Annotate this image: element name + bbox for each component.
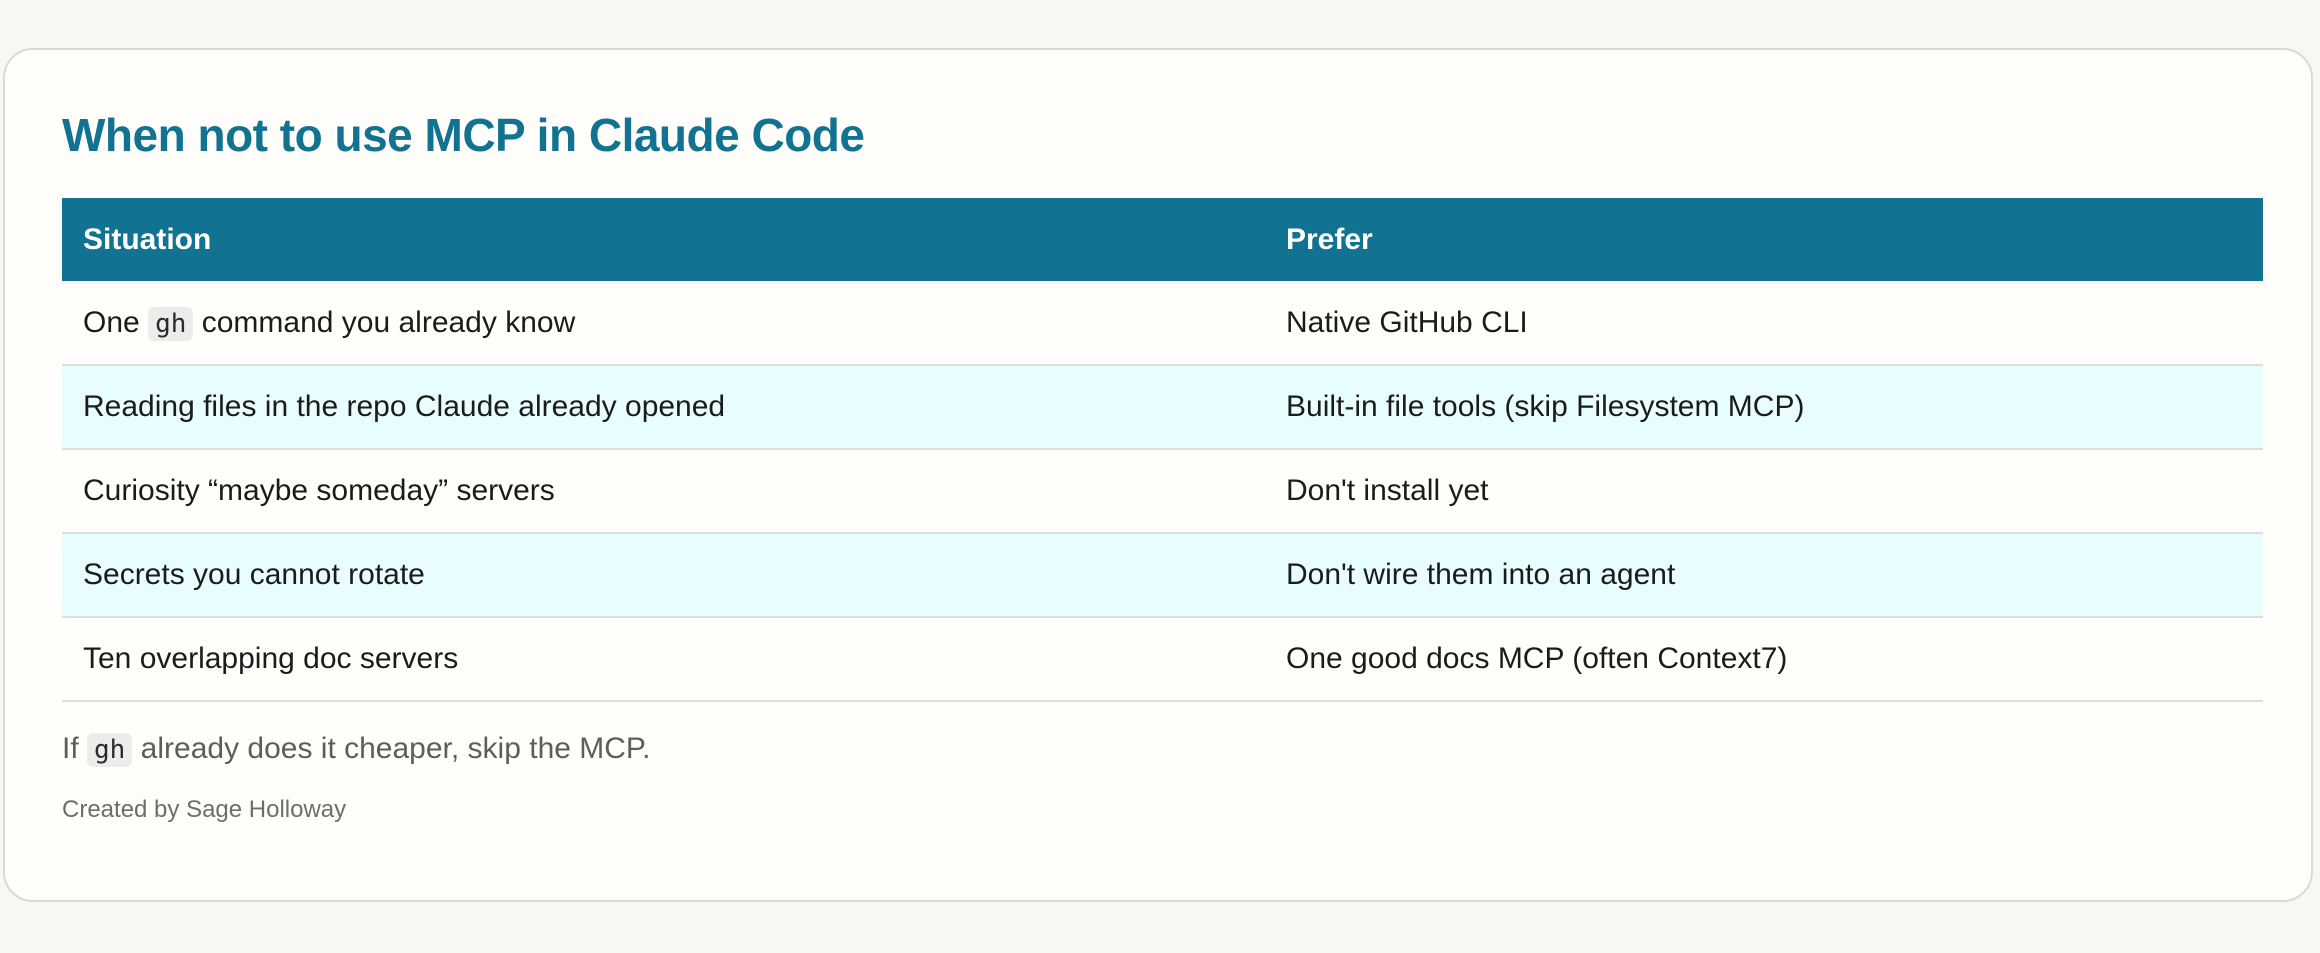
situation-cell: Secrets you cannot rotate <box>83 558 425 591</box>
content-card: When not to use MCP in Claude Code Situa… <box>3 48 2313 902</box>
table-row: Reading files in the repo Claude already… <box>62 365 2263 449</box>
prefer-cell: Don't wire them into an agent <box>1286 558 1676 591</box>
table-row: Secrets you cannot rotate Don't wire the… <box>62 533 2263 617</box>
note-text: already does it cheaper, skip the MCP. <box>140 732 651 765</box>
table-row: Ten overlapping doc servers One good doc… <box>62 617 2263 701</box>
recommendation-table: Situation Prefer One gh command you alre… <box>62 198 2263 702</box>
author-credit: Created by Sage Holloway <box>62 796 347 823</box>
prefer-cell: One good docs MCP (often Context7) <box>1286 642 1788 675</box>
situation-cell: Reading files in the repo Claude already… <box>83 390 726 423</box>
note-text: If <box>62 732 79 765</box>
table-row: One gh command you already know Native G… <box>62 281 2263 365</box>
situation-cell: Ten overlapping doc servers <box>83 642 459 675</box>
inline-code: gh <box>148 306 194 341</box>
page-title: When not to use MCP in Claude Code <box>62 109 865 161</box>
inline-code: gh <box>87 733 133 767</box>
situation-text: command you already know <box>201 305 576 339</box>
prefer-cell: Native GitHub CLI <box>1286 305 1528 339</box>
column-header-situation: Situation <box>83 222 212 256</box>
situation-cell: One gh command you already know <box>62 281 1265 365</box>
prefer-cell: Don't install yet <box>1286 474 1489 507</box>
table-header: Situation Prefer <box>62 198 2263 281</box>
column-header-prefer: Prefer <box>1286 222 1373 256</box>
summary-note: If gh already does it cheaper, skip the … <box>62 732 651 767</box>
prefer-cell: Built-in file tools (skip Filesystem MCP… <box>1286 390 1805 423</box>
header-row: Situation Prefer <box>62 198 2263 281</box>
situation-cell: Curiosity “maybe someday” servers <box>83 474 555 507</box>
situation-text: One <box>83 305 140 339</box>
table-row: Curiosity “maybe someday” servers Don't … <box>62 449 2263 533</box>
